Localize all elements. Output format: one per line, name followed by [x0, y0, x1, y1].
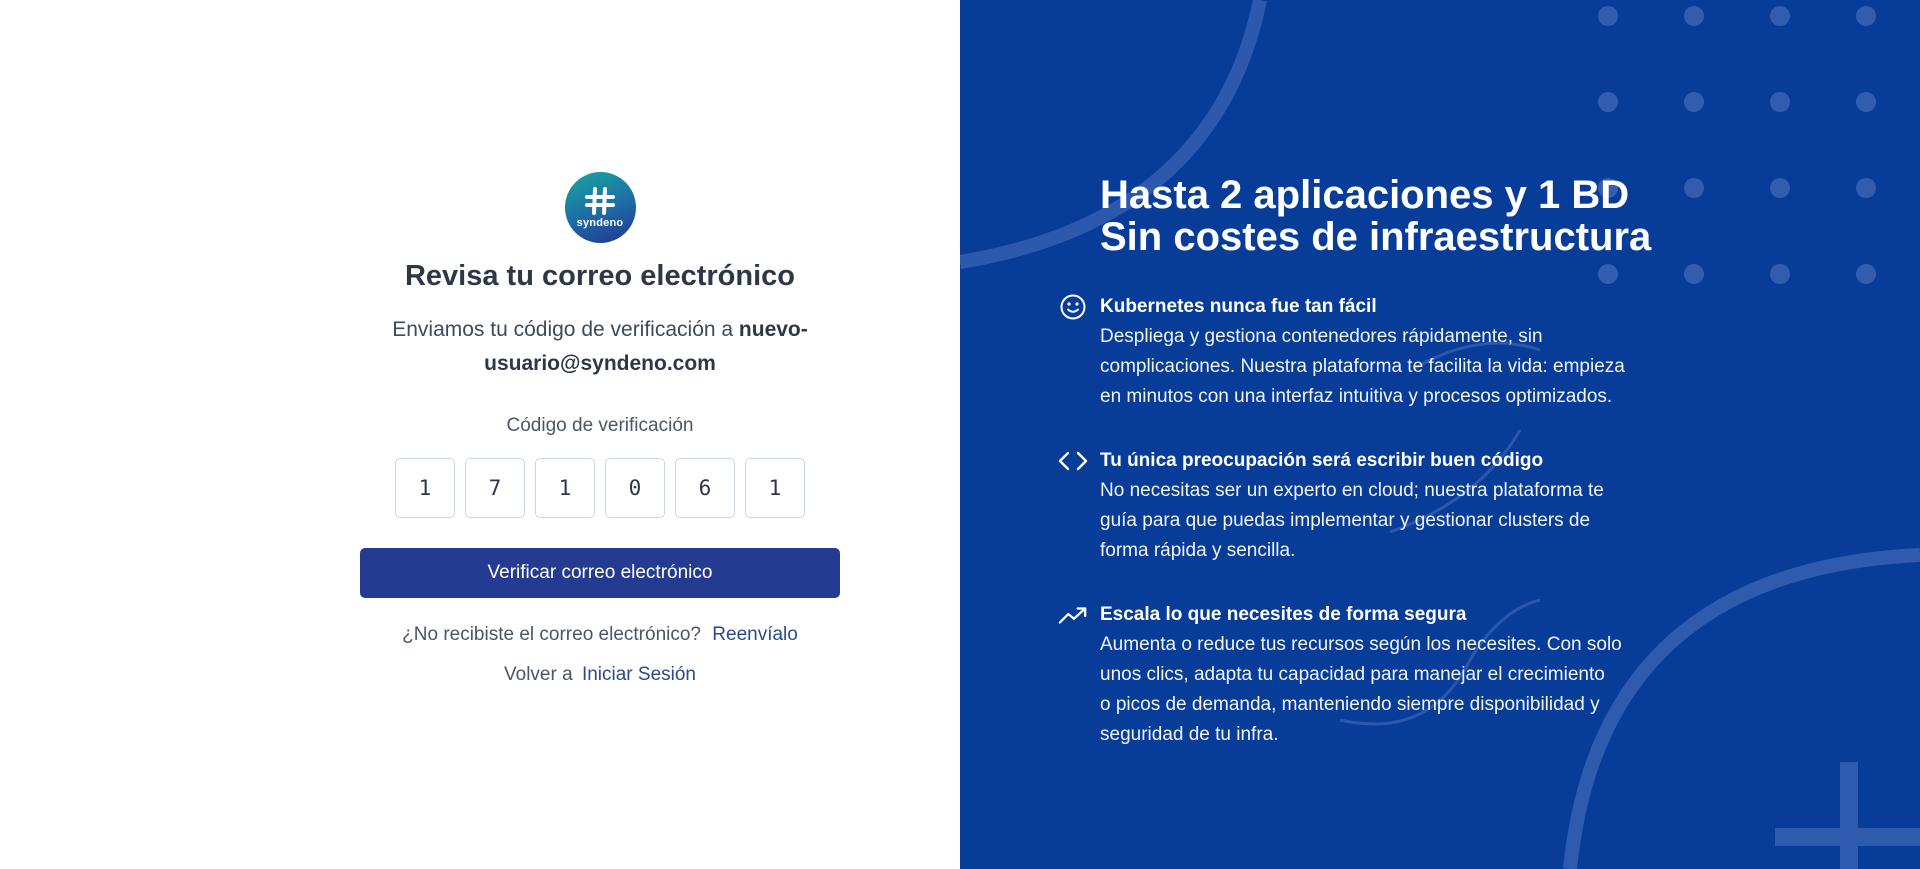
feature-desc-line: No necesitas ser un experto en cloud; nu…: [1100, 480, 1604, 501]
promo-panel: Hasta 2 aplicaciones y 1 BD Sin costes d…: [960, 0, 1920, 869]
logo-wordmark: syndeno: [576, 217, 624, 229]
feature-title: Tu única preocupación será escribir buen…: [1100, 450, 1544, 471]
feature-desc-line: complicaciones. Nuestra plataforma te fa…: [1100, 356, 1625, 377]
sent-code-message: Enviamos tu código de verificación a nue…: [365, 313, 835, 381]
feature-description: No necesitas ser un experto en cloud; nu…: [1100, 476, 1660, 566]
feature-desc-line: unos clics, adapta tu capacidad para man…: [1100, 664, 1605, 685]
code-digit-input-5[interactable]: 6: [675, 458, 735, 518]
code-label: Código de verificación: [506, 415, 694, 436]
trending-up-icon: [1058, 600, 1088, 630]
promo-content: Hasta 2 aplicaciones y 1 BD Sin costes d…: [1058, 174, 1660, 750]
verification-panel: syndeno Revisa tu correo electrónico Env…: [0, 0, 960, 869]
verify-email-button[interactable]: Verificar correo electrónico: [360, 548, 840, 598]
code-digit-input-4[interactable]: 0: [605, 458, 665, 518]
feature-desc-line: seguridad de tu infra.: [1100, 724, 1279, 745]
verification-code-inputs: 1 7 1 0 6 1: [395, 458, 805, 518]
feature-scale: Escala lo que necesites de forma segura …: [1058, 600, 1660, 750]
smile-icon: [1058, 292, 1088, 322]
resend-row: ¿No recibiste el correo electrónico? Ree…: [402, 624, 798, 646]
feature-description: Despliega y gestiona contenedores rápida…: [1100, 322, 1660, 412]
code-digit-input-6[interactable]: 1: [745, 458, 805, 518]
feature-desc-line: Aumenta o reduce tus recursos según los …: [1100, 634, 1622, 655]
feature-desc-line: forma rápida y sencilla.: [1100, 540, 1296, 561]
feature-description: Aumenta o reduce tus recursos según los …: [1100, 630, 1660, 750]
feature-kubernetes: Kubernetes nunca fue tan fácil Despliega…: [1060, 292, 1660, 412]
code-digit-input-1[interactable]: 1: [395, 458, 455, 518]
feature-code: Tu única preocupación será escribir buen…: [1058, 446, 1660, 566]
back-prefix: Volver a: [504, 664, 573, 685]
code-icon: [1058, 446, 1088, 476]
syndeno-logo: syndeno: [564, 172, 636, 243]
back-to-login-row: Volver a Iniciar Sesión: [504, 664, 696, 686]
promo-headline-line1: Hasta 2 aplicaciones y 1 BD: [1100, 173, 1630, 217]
page-title: Revisa tu correo electrónico: [404, 260, 796, 292]
promo-headline: Hasta 2 aplicaciones y 1 BD Sin costes d…: [1100, 174, 1660, 258]
feature-desc-line: Despliega y gestiona contenedores rápida…: [1100, 326, 1543, 347]
code-digit-input-2[interactable]: 7: [465, 458, 525, 518]
verification-form: syndeno Revisa tu correo electrónico Env…: [360, 172, 840, 686]
hash-icon: [583, 186, 617, 216]
feature-desc-line: en minutos con una interfaz intuitiva y …: [1100, 386, 1613, 407]
feature-title: Kubernetes nunca fue tan fácil: [1100, 296, 1377, 317]
resend-question: ¿No recibiste el correo electrónico?: [402, 624, 701, 645]
feature-desc-line: o picos de demanda, manteniendo siempre …: [1100, 694, 1600, 715]
feature-desc-line: guía para que puedas implementar y gesti…: [1100, 510, 1591, 531]
promo-headline-line2: Sin costes de infraestructura: [1100, 215, 1652, 259]
login-link[interactable]: Iniciar Sesión: [582, 664, 696, 685]
resend-link[interactable]: Reenvíalo: [712, 624, 798, 645]
sent-code-prefix: Enviamos tu código de verificación a: [392, 318, 734, 341]
feature-title: Escala lo que necesites de forma segura: [1100, 604, 1467, 625]
code-digit-input-3[interactable]: 1: [535, 458, 595, 518]
